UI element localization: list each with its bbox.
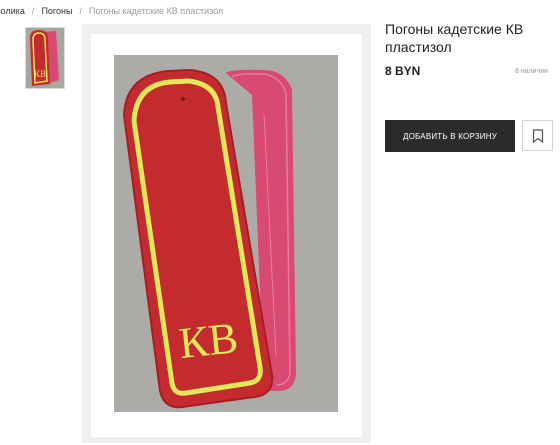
breadcrumb-separator: / (31, 6, 35, 16)
product-title: Погоны кадетские КВ пластизол (385, 21, 524, 55)
bookmark-icon (532, 128, 543, 143)
product-photo-frame: КВ (91, 34, 362, 437)
product-photo[interactable]: КВ (114, 55, 338, 412)
breadcrumb-link-epaulettes[interactable]: Погоны (41, 6, 72, 16)
product-gallery: КВ (82, 24, 371, 443)
breadcrumb-link-catalog[interactable]: волика (0, 6, 25, 16)
breadcrumb: волика / Погоны / Погоны кадетские КВ пл… (0, 4, 223, 18)
add-to-cart-button[interactable]: ДОБАВИТЬ В КОРЗИНУ (385, 120, 515, 152)
breadcrumb-current: Погоны кадетские КВ пластизол (88, 6, 224, 16)
thumbnail-letters: КВ (34, 69, 46, 79)
photo-letters: КВ (177, 313, 241, 368)
breadcrumb-separator: / (79, 6, 82, 16)
product-price: 8 BYN (385, 64, 421, 78)
bookmark-button[interactable] (522, 120, 553, 151)
product-thumbnail[interactable]: КВ (25, 27, 65, 89)
stock-status: 8 наличии (515, 68, 549, 75)
thumbnail-image: КВ (26, 28, 64, 88)
